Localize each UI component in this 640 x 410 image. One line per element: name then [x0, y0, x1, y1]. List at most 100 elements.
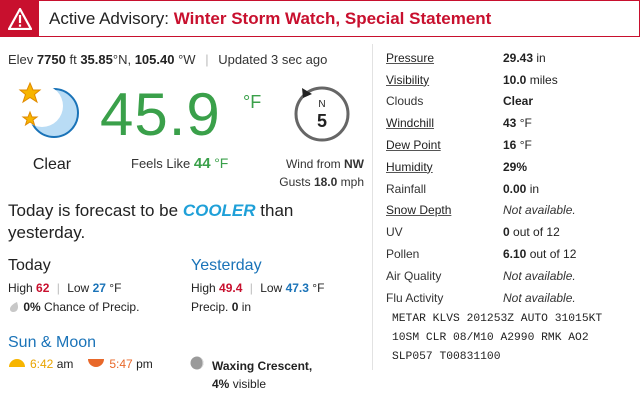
- temperature-unit[interactable]: °F: [243, 92, 261, 113]
- metric-value: Clear: [503, 94, 534, 109]
- advisory-statement-link[interactable]: Special Statement: [345, 9, 491, 28]
- today-high-value: 62: [36, 281, 50, 295]
- metric-row-air-quality: Air Quality Not available.: [386, 265, 636, 287]
- advisory-comma: ,: [335, 8, 341, 28]
- today-separator: |: [56, 281, 60, 295]
- moon-phase: Waxing Crescent,: [212, 358, 313, 373]
- yesterday-precip-label: Precip.: [191, 300, 229, 314]
- wind-info: Wind from NW Gusts 18.0 mph: [260, 155, 364, 191]
- lon-dir: °W: [178, 52, 196, 67]
- today-precip-value: 0%: [23, 300, 41, 314]
- sunrise-time: 6:42: [30, 357, 54, 371]
- metric-value: 29.43: [503, 50, 534, 65]
- metric-label: UV: [386, 225, 403, 240]
- raindrop-icon: [8, 301, 20, 316]
- today-high-label: High: [8, 281, 33, 295]
- advisory-watch-link[interactable]: Winter Storm Watch: [174, 9, 336, 28]
- metric-row-humidity: Humidity 29%: [386, 156, 636, 178]
- sunrise-unit: am: [56, 357, 74, 371]
- sunset-unit: pm: [136, 357, 153, 371]
- feels-like-value: 44: [193, 155, 211, 172]
- metric-unit: miles: [529, 72, 558, 87]
- metric-row-pressure: Pressure 29.43 in: [386, 47, 636, 69]
- metric-label: Clouds: [386, 94, 424, 109]
- metric-label[interactable]: Dew Point: [386, 138, 503, 152]
- lon-value: 105.40: [134, 52, 175, 67]
- forecast-summary: Today is forecast to be COOLER than yest…: [8, 200, 308, 244]
- metric-value: Not available.: [503, 268, 576, 283]
- yesterday-low-label: Low: [260, 281, 283, 295]
- metric-row-flu-activity: Flu Activity Not available.: [386, 287, 636, 309]
- gusts-value: 18.0: [313, 175, 338, 189]
- metric-label[interactable]: Windchill: [386, 116, 503, 130]
- yesterday-precip: Precip. 0 in: [191, 300, 251, 314]
- yesterday-precip-unit: in: [241, 300, 252, 314]
- feels-like-label: Feels Like: [131, 156, 191, 171]
- metric-value: 29%: [503, 159, 528, 174]
- advisory-banner[interactable]: Active Advisory: Winter Storm Watch, Spe…: [0, 0, 640, 37]
- today-precip-label: Chance of Precip.: [44, 300, 140, 314]
- metric-value: 43: [503, 116, 517, 131]
- metric-row-uv: UV 0 out of 12: [386, 221, 636, 243]
- metric-label: Pollen: [386, 247, 420, 262]
- metric-row-snow-depth: Snow Depth Not available.: [386, 200, 636, 222]
- metric-value: 16: [503, 138, 517, 153]
- today-low-value: 27: [92, 281, 106, 295]
- pollen-link[interactable]: 6.10 out of 12: [503, 247, 576, 261]
- metric-label: Air Quality: [386, 268, 442, 283]
- moon-phase-info: Waxing Crescent, 4% visible: [190, 356, 312, 393]
- metric-unit: out of 12: [513, 225, 560, 240]
- metric-unit: in: [529, 181, 540, 196]
- column-divider: [372, 44, 373, 370]
- metric-value: 10.0: [503, 72, 527, 87]
- yesterday-unit: °F: [312, 281, 325, 295]
- lat-dir: °N,: [112, 52, 132, 67]
- moon-and-stars-icon: [16, 80, 84, 150]
- metric-value: Not available.: [503, 203, 576, 218]
- metric-unit: out of 12: [529, 247, 577, 262]
- compass-direction: N: [318, 99, 325, 110]
- elev-label: Elev: [8, 52, 34, 67]
- yesterday-high-low: High 49.4 | Low 47.3 °F: [191, 281, 324, 295]
- metric-value: 6.10: [503, 247, 527, 262]
- feels-like: Feels Like 44 °F: [131, 155, 228, 172]
- updated-value: 3 sec ago: [270, 52, 328, 67]
- wind-compass: N 5: [290, 80, 354, 144]
- feels-like-unit: °F: [214, 155, 229, 171]
- metric-unit: °F: [519, 138, 532, 153]
- metric-value: 0.00: [503, 181, 527, 196]
- warning-icon: [1, 1, 39, 36]
- metric-label[interactable]: Humidity: [386, 160, 503, 174]
- metric-label[interactable]: Visibility: [386, 73, 503, 87]
- moon-phase-icon: [190, 356, 204, 375]
- sun-times: 6:42 am 5:47 pm: [8, 357, 153, 371]
- metric-unit: °F: [519, 116, 532, 131]
- yesterday-high-value: 49.4: [219, 281, 243, 295]
- metric-label[interactable]: Snow Depth: [386, 203, 503, 217]
- sunrise-icon: [8, 357, 26, 371]
- moon-visible-value: 4%: [212, 377, 230, 391]
- sunset-time: 5:47: [109, 357, 133, 371]
- metric-row-dew-point: Dew Point 16 °F: [386, 134, 636, 156]
- moon-visible-label: visible: [232, 377, 267, 391]
- wind-from-dir: NW: [344, 157, 364, 171]
- sun-moon-heading[interactable]: Sun & Moon: [8, 334, 96, 352]
- gusts-label: Gusts: [279, 175, 311, 189]
- yesterday-high-label: High: [191, 281, 216, 295]
- metar-report: METAR KLVS 201253Z AUTO 31015KT 10SM CLR…: [392, 313, 603, 363]
- metrics-table: Pressure 29.43 in Visibility 10.0 miles …: [386, 47, 636, 309]
- metric-unit: in: [536, 50, 546, 65]
- condition-label: Clear: [32, 156, 72, 173]
- updated-label: Updated: [218, 52, 268, 67]
- wind-speed: 5: [317, 111, 327, 131]
- forecast-trend: COOLER: [182, 201, 256, 220]
- metric-label[interactable]: Pressure: [386, 51, 503, 65]
- metric-row-windchill: Windchill 43 °F: [386, 112, 636, 134]
- yesterday-heading[interactable]: Yesterday: [191, 257, 262, 275]
- station-info: Elev 7750 ft 35.85°N, 105.40 °W | Update…: [8, 52, 327, 67]
- today-low-label: Low: [67, 281, 90, 295]
- metric-value: Not available.: [503, 290, 576, 305]
- metric-row-rainfall: Rainfall 0.00 in: [386, 178, 636, 200]
- advisory-text: Active Advisory: Winter Storm Watch, Spe…: [39, 9, 491, 29]
- today-precip: 0% Chance of Precip.: [8, 300, 139, 316]
